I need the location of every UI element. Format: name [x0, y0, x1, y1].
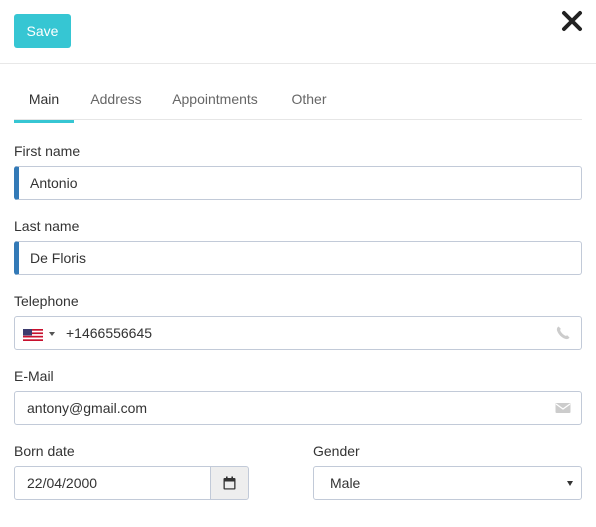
gender-label: Gender — [313, 443, 360, 459]
modal-header: Save — [0, 0, 596, 64]
email-label: E-Mail — [14, 368, 54, 384]
country-dropdown-caret-icon[interactable] — [49, 332, 55, 336]
tab-address[interactable]: Address — [84, 81, 148, 120]
save-button[interactable]: Save — [14, 14, 71, 48]
email-field[interactable]: antony@gmail.com — [14, 391, 582, 425]
tab-other[interactable]: Other — [284, 81, 334, 120]
born-date-value: 22/04/2000 — [27, 475, 98, 491]
born-date-label: Born date — [14, 443, 75, 459]
telephone-label: Telephone — [14, 293, 79, 309]
born-date-field[interactable]: 22/04/2000 — [14, 466, 249, 500]
us-flag-icon[interactable] — [23, 328, 43, 341]
calendar-button[interactable] — [210, 466, 249, 500]
last-name-value: De Floris — [30, 250, 87, 266]
first-name-label: First name — [14, 143, 81, 159]
last-name-field[interactable]: De Floris — [14, 241, 582, 275]
first-name-field[interactable]: Antonio — [14, 166, 582, 200]
last-name-label: Last name — [14, 218, 80, 234]
gender-value: Male — [330, 475, 361, 491]
calendar-icon — [223, 476, 236, 490]
telephone-value: +1466556645 — [66, 325, 153, 341]
gender-select[interactable]: Male — [313, 466, 582, 500]
first-name-value: Antonio — [30, 175, 78, 191]
tab-main[interactable]: Main — [14, 81, 74, 123]
tab-bar: Main Address Appointments Other — [14, 81, 582, 123]
phone-icon — [555, 325, 571, 341]
envelope-icon — [555, 400, 571, 416]
telephone-field[interactable]: +1466556645 — [14, 316, 582, 350]
email-value: antony@gmail.com — [27, 400, 148, 416]
tab-appointments[interactable]: Appointments — [166, 81, 264, 120]
chevron-down-icon — [567, 481, 573, 486]
close-icon[interactable] — [560, 9, 584, 33]
